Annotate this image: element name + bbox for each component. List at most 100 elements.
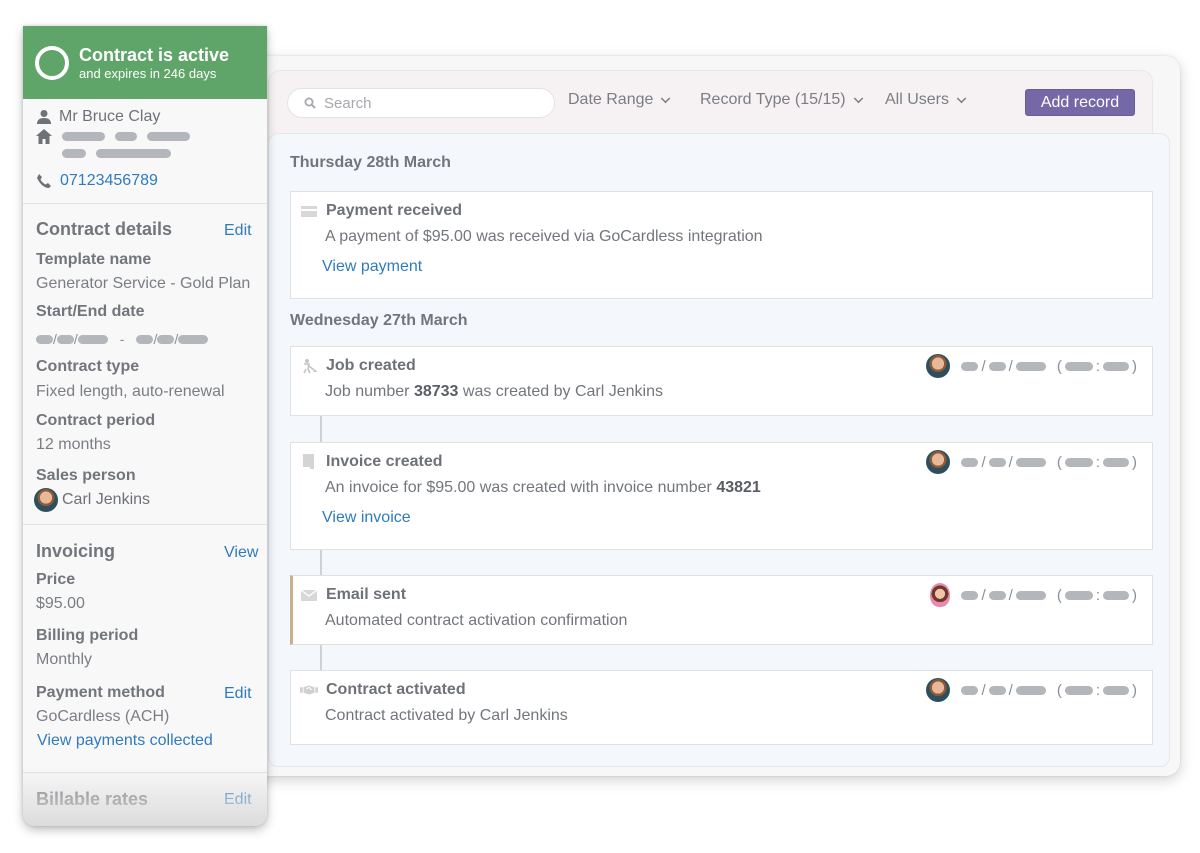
timeline-record: Job created Job number 38733 was created… [290, 346, 1153, 416]
view-payment-link[interactable]: View payment [322, 258, 422, 276]
credit-card-icon [301, 206, 317, 217]
avatar [930, 583, 951, 607]
chevron-down-icon [956, 93, 967, 103]
record-description: Automated contract activation confirmati… [325, 612, 628, 629]
field-label: Billing period [36, 627, 139, 644]
phone-link[interactable]: 07123456789 [60, 172, 158, 190]
address-row-2 [62, 149, 171, 158]
divider [23, 203, 267, 204]
record-meta: / / (:) [926, 678, 1137, 702]
contract-status-banner: Contract is active and expires in 246 da… [23, 26, 267, 99]
field-label: Payment method [36, 684, 165, 701]
chevron-down-icon [853, 93, 863, 103]
field-label: Contract period [36, 412, 156, 429]
avatar [926, 450, 951, 474]
field-value: Generator Service - Gold Plan [36, 275, 251, 292]
phone-icon [37, 174, 51, 188]
redacted-address [62, 149, 86, 158]
date-range-filter[interactable]: Date Range [568, 91, 671, 109]
record-description: A payment of $95.00 was received via GoC… [325, 228, 763, 245]
field-label: Contract type [36, 358, 140, 375]
billable-rates-heading: Billable rates [36, 789, 149, 809]
field-label: Price [36, 571, 76, 588]
edit-payment-method-link[interactable]: Edit [224, 685, 252, 703]
avatar [926, 678, 951, 702]
home-icon [36, 129, 52, 144]
timeline-record: Contract activated Contract activated by… [290, 670, 1153, 745]
record-description: Contract activated by Carl Jenkins [325, 707, 568, 724]
redacted-date [961, 457, 979, 467]
status-title: Contract is active [79, 45, 230, 65]
redacted-time [1064, 457, 1093, 467]
field-value: $95.00 [36, 595, 85, 612]
handshake-icon [300, 685, 318, 695]
edit-contract-details-link[interactable]: Edit [224, 222, 252, 240]
chevron-down-icon [661, 93, 671, 103]
field-label: Sales person [36, 467, 136, 484]
status-subtitle: and expires in 246 days [79, 66, 217, 81]
avatar [34, 488, 58, 512]
field-label: Start/End date [36, 303, 145, 320]
day-heading: Thursday 28th March [290, 154, 451, 171]
redacted-address [62, 132, 105, 141]
field-value: 12 months [36, 436, 111, 453]
users-label: All Users [885, 91, 950, 108]
redacted-time [1064, 361, 1093, 371]
search-input[interactable] [324, 94, 534, 112]
users-filter[interactable]: All Users [885, 91, 967, 109]
sales-person-row: Carl Jenkins [34, 488, 150, 512]
invoicing-heading: Invoicing [36, 541, 116, 561]
contract-details-heading: Contract details [36, 219, 173, 239]
timeline-connector [320, 550, 322, 575]
divider [23, 524, 267, 525]
field-value: Fixed length, auto-renewal [36, 383, 225, 400]
timeline-connector [320, 645, 322, 670]
redacted-time [1064, 590, 1093, 600]
contract-sidebar: Contract is active and expires in 246 da… [23, 26, 267, 826]
record-title: Job created [326, 357, 416, 374]
sales-person-name: Carl Jenkins [62, 491, 151, 508]
view-invoice-link[interactable]: View invoice [322, 509, 411, 527]
contact-name-row: Mr Bruce Clay [36, 108, 160, 126]
record-meta: / / (:) [926, 450, 1137, 474]
view-invoicing-link[interactable]: View [224, 544, 258, 562]
record-title: Payment received [326, 202, 463, 219]
redacted-date [961, 685, 979, 695]
edit-billable-rates-link[interactable]: Edit [224, 791, 252, 809]
timeline-record: Invoice created An invoice for $95.00 wa… [290, 442, 1153, 550]
add-record-button[interactable]: Add record [1025, 89, 1135, 116]
day-heading: Wednesday 27th March [290, 312, 468, 329]
redacted-date [961, 590, 979, 600]
contact-name: Mr Bruce Clay [59, 108, 161, 125]
field-value: Monthly [36, 651, 93, 668]
record-title: Contract activated [326, 681, 466, 698]
view-payments-collected-link[interactable]: View payments collected [37, 732, 213, 750]
record-meta: / / (:) [930, 583, 1137, 607]
field-value: GoCardless (ACH) [36, 708, 170, 725]
avatar [926, 354, 951, 378]
status-ring-icon [35, 46, 69, 80]
timeline-record: Email sent Automated contract activation… [290, 575, 1153, 645]
record-meta: / / (:) [926, 354, 1137, 378]
record-description: Job number 38733 was created by Carl Jen… [325, 383, 663, 400]
record-type-label: Record Type (15/15) [700, 91, 846, 108]
address-row [36, 129, 190, 144]
person-icon [37, 110, 51, 124]
timeline-record: Payment received A payment of $95.00 was… [290, 191, 1153, 299]
phone-row: 07123456789 [36, 172, 158, 190]
record-description: An invoice for $95.00 was created with i… [325, 479, 761, 496]
document-icon [303, 454, 314, 469]
worker-icon [303, 359, 317, 374]
record-title: Invoice created [326, 453, 443, 470]
envelope-icon [300, 589, 318, 601]
timeline-connector [320, 416, 322, 442]
redacted-date [961, 361, 979, 371]
field-label: Template name [36, 251, 152, 268]
redacted-dates: / / - / / [36, 331, 209, 347]
search-icon [304, 97, 316, 109]
redacted-time [1064, 685, 1093, 695]
date-range-label: Date Range [568, 91, 654, 108]
record-type-filter[interactable]: Record Type (15/15) [700, 91, 863, 109]
divider [23, 772, 267, 773]
search-box[interactable] [287, 88, 555, 118]
